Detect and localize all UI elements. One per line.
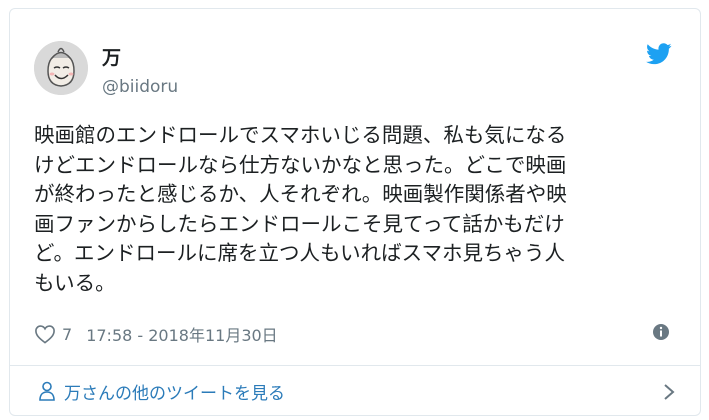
twitter-bird-icon[interactable] bbox=[646, 43, 672, 65]
author-name[interactable]: 万 bbox=[102, 43, 121, 70]
embedded-tweet-card: 万 @biidoru 映画館のエンドロールでスマホいじる問題、私も気になる けど… bbox=[9, 8, 701, 416]
avatar[interactable] bbox=[34, 41, 88, 95]
like-count[interactable]: 7 bbox=[62, 325, 72, 344]
chevron-right-icon[interactable] bbox=[662, 383, 676, 401]
more-tweets-link[interactable]: 万さんの他のツイートを見る bbox=[10, 366, 700, 416]
info-icon[interactable] bbox=[652, 323, 670, 341]
tweet-meta: 7 17:58 - 2018年11月30日 bbox=[34, 321, 278, 347]
tweet-text: 映画館のエンドロールでスマホいじる問題、私も気になる けどエンドロールなら仕方な… bbox=[34, 123, 567, 295]
tweet-timestamp[interactable]: 17:58 - 2018年11月30日 bbox=[86, 322, 278, 346]
author-handle[interactable]: @biidoru bbox=[102, 77, 178, 97]
person-icon bbox=[39, 381, 55, 401]
more-tweets-label[interactable]: 万さんの他のツイートを見る bbox=[64, 379, 285, 404]
heart-icon[interactable] bbox=[34, 324, 56, 344]
